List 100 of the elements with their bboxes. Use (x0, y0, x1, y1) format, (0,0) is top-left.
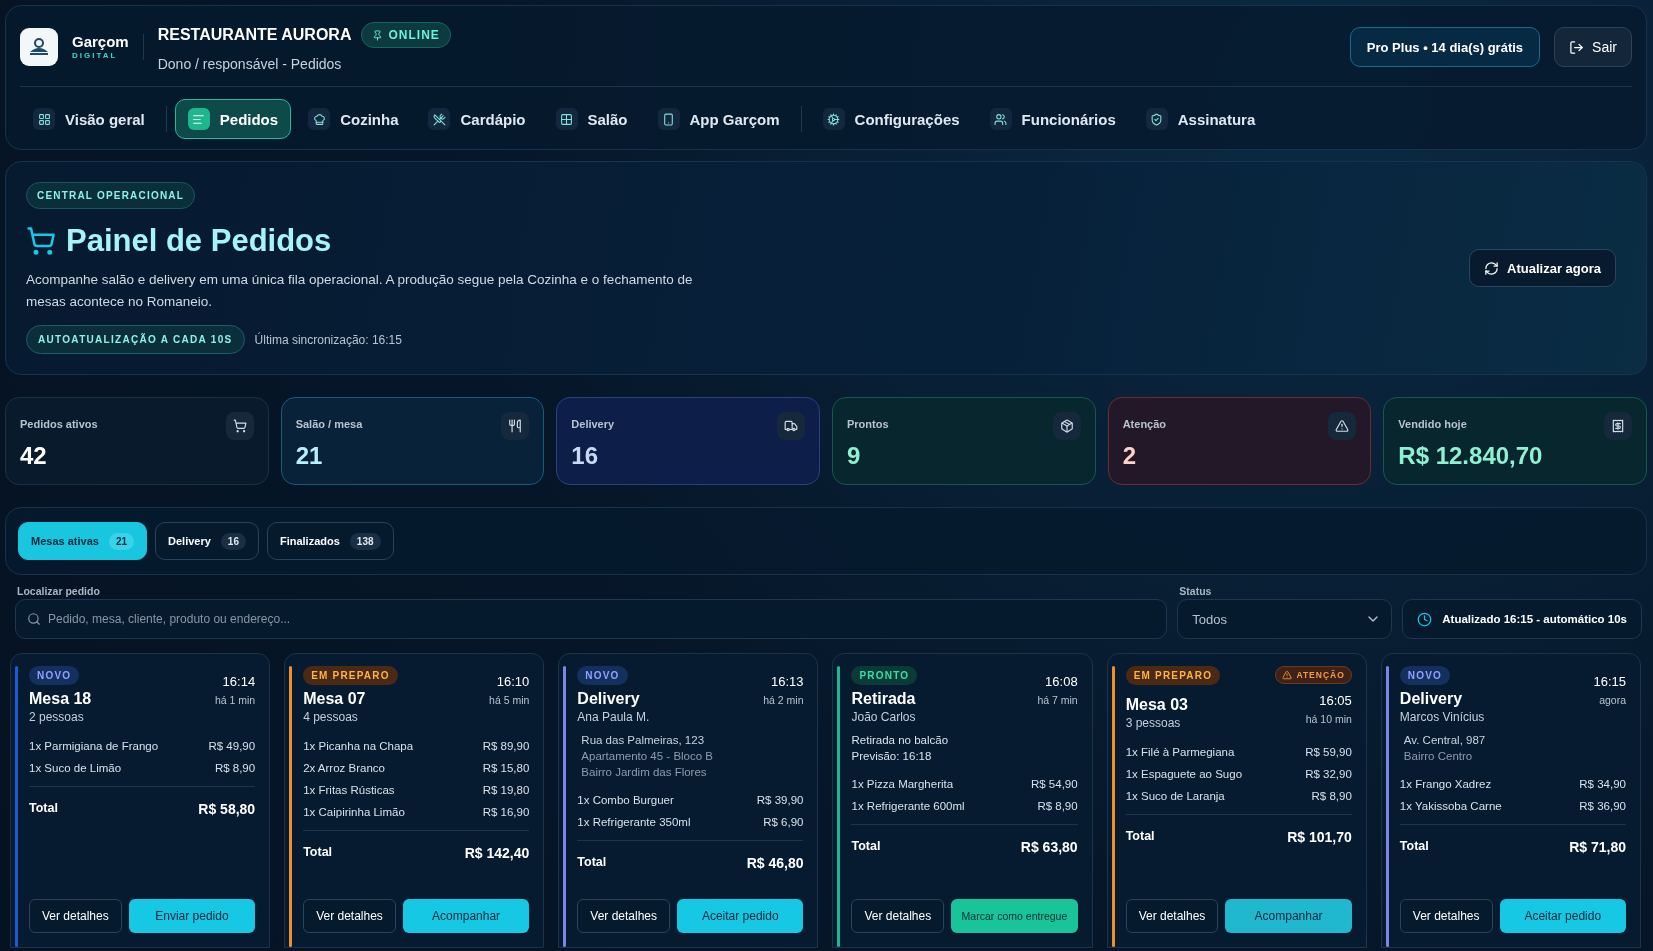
action-button[interactable]: Acompanhar (1225, 899, 1352, 933)
nav-tab[interactable]: Cozinha (295, 99, 412, 139)
status-badge: EM PREPARO (1125, 666, 1221, 685)
elapsed-time: há 2 min (763, 694, 804, 706)
order-subtitle: Ana Paula M. (577, 710, 650, 724)
total-label: Total (303, 845, 333, 861)
status-badge: ONLINE (361, 22, 451, 48)
page-description: Acompanhe salão e delivery em uma única fila operacional. A produção segue pela Cozinha e o fechamento de mesas acontece no Romaneio. (26, 271, 694, 311)
elapsed-time: há 10 min (1305, 713, 1352, 725)
logo-icon (20, 28, 58, 66)
stat-value: R$ 12.840,70 (1398, 442, 1544, 470)
stat-label: Delivery (571, 418, 615, 430)
elapsed-time: há 1 min (214, 694, 256, 706)
status-badge: NOVO (577, 666, 628, 685)
action-button[interactable]: Marcar como entregue (951, 899, 1078, 933)
total-value: R$ 101,70 (1287, 829, 1352, 845)
item-name: 1x Combo Burguer (577, 794, 674, 806)
stat-value: 9 (847, 442, 862, 470)
details-button[interactable]: Ver detalhes (577, 899, 671, 933)
address-line: Bairro Centro (1403, 750, 1474, 762)
order-title: Delivery (1399, 690, 1464, 708)
item-name: 1x Yakissoba Carne (1399, 800, 1502, 812)
plan-button[interactable]: Pro Plus • 14 dia(s) grátis (1349, 27, 1541, 67)
item-price: R$ 49,90 (208, 740, 256, 752)
total-label: Total (1125, 829, 1155, 845)
item-price: R$ 6,90 (763, 816, 804, 828)
address-line: Apartamento 45 - Bloco B (581, 750, 714, 762)
elapsed-time: há 5 min (489, 694, 530, 706)
logout-button[interactable]: Sair (1554, 27, 1632, 67)
details-button[interactable]: Ver detalhes (1125, 899, 1219, 933)
address-line: Bairro Jardim das Flores (581, 766, 708, 778)
chef-hat-icon (308, 108, 331, 130)
utensils-icon (428, 108, 451, 130)
item-price: R$ 36,90 (1579, 800, 1626, 812)
status-select[interactable]: Todos (1177, 599, 1393, 639)
grid-icon (555, 108, 578, 130)
section-badge: CENTRAL OPERACIONAL (26, 182, 196, 209)
nav-tab[interactable]: Assinatura (1132, 99, 1269, 139)
stat-value: 21 (295, 442, 324, 470)
stat-value: 16 (571, 442, 600, 470)
total-label: Total (851, 839, 881, 855)
pin-icon (372, 29, 384, 41)
action-button[interactable]: Enviar pedido (128, 899, 256, 933)
nav-tab[interactable]: Funcionários (976, 99, 1129, 139)
stat-label: Salão / mesa (295, 418, 363, 430)
action-button[interactable]: Aceitar pedido (677, 899, 804, 933)
item-name: 1x Filé à Parmegiana (1125, 746, 1235, 758)
total-label: Total (577, 855, 607, 871)
total-value: R$ 46,80 (746, 855, 804, 871)
shield-icon (1145, 108, 1168, 130)
item-price: R$ 89,90 (482, 740, 530, 752)
warning-icon (1328, 412, 1357, 440)
action-button[interactable]: Aceitar pedido (1499, 899, 1626, 933)
details-button[interactable]: Ver detalhes (1399, 899, 1493, 933)
search-field[interactable]: Pedido, mesa, cliente, produto ou endereço... (15, 599, 1168, 639)
phone-icon (657, 108, 680, 130)
filter-tab[interactable]: Mesas ativas 21 (18, 522, 147, 560)
restaurant-name: RESTAURANTE AURORA (157, 26, 352, 44)
details-button[interactable]: Ver detalhes (851, 899, 945, 933)
status-badge: EM PREPARO (303, 666, 398, 685)
field-label: Localizar pedido (16, 585, 101, 597)
nav-tab[interactable]: Salão (542, 99, 641, 139)
alert-badge: ATENÇÃO (1275, 666, 1352, 684)
item-price: R$ 16,90 (482, 806, 530, 818)
order-subtitle: João Carlos (851, 710, 917, 724)
status-badge: NOVO (29, 666, 80, 685)
nav-tab[interactable]: Pedidos (174, 99, 292, 139)
note-line: Retirada no balcão (851, 734, 950, 746)
action-button[interactable]: Acompanhar (402, 899, 530, 933)
order-subtitle: 4 pessoas (303, 710, 359, 724)
refresh-button[interactable]: Atualizar agora (1469, 249, 1616, 287)
refresh-icon (1484, 260, 1500, 276)
warning-icon (1282, 670, 1293, 680)
item-name: 1x Fritas Rústicas (303, 784, 395, 796)
item-name: 1x Picanha na Chapa (303, 740, 414, 752)
search-icon (27, 612, 41, 626)
users-icon (989, 108, 1012, 130)
settings-icon (822, 108, 845, 130)
stat-label: Pedidos ativos (20, 418, 98, 430)
nav-tab[interactable]: Visão geral (20, 99, 158, 139)
brand-tagline: DIGITAL (72, 52, 119, 60)
total-value: R$ 58,80 (198, 801, 256, 817)
filter-tab[interactable]: Finalizados 138 (266, 522, 394, 560)
nav-tab[interactable]: Configurações (809, 99, 973, 139)
filter-tab[interactable]: Delivery 16 (155, 522, 259, 560)
update-status: Atualizado 16:15 - automático 10s (1402, 599, 1642, 639)
count-badge: 21 (108, 532, 134, 550)
details-button[interactable]: Ver detalhes (29, 899, 122, 933)
truck-icon (777, 412, 805, 440)
brand-name: Garçom (72, 34, 129, 49)
status-badge: NOVO (1399, 666, 1451, 685)
nav-tab[interactable]: App Garçom (644, 99, 793, 139)
address-line: Rua das Palmeiras, 123 (581, 734, 706, 746)
count-badge: 16 (220, 532, 246, 550)
nav-tab[interactable]: Cardápio (415, 99, 539, 139)
order-time: 16:13 (770, 674, 804, 689)
order-time: 16:10 (496, 674, 530, 689)
item-name: 1x Parmigiana de Frango (29, 740, 159, 752)
order-title: Delivery (577, 690, 641, 708)
details-button[interactable]: Ver detalhes (303, 899, 396, 933)
